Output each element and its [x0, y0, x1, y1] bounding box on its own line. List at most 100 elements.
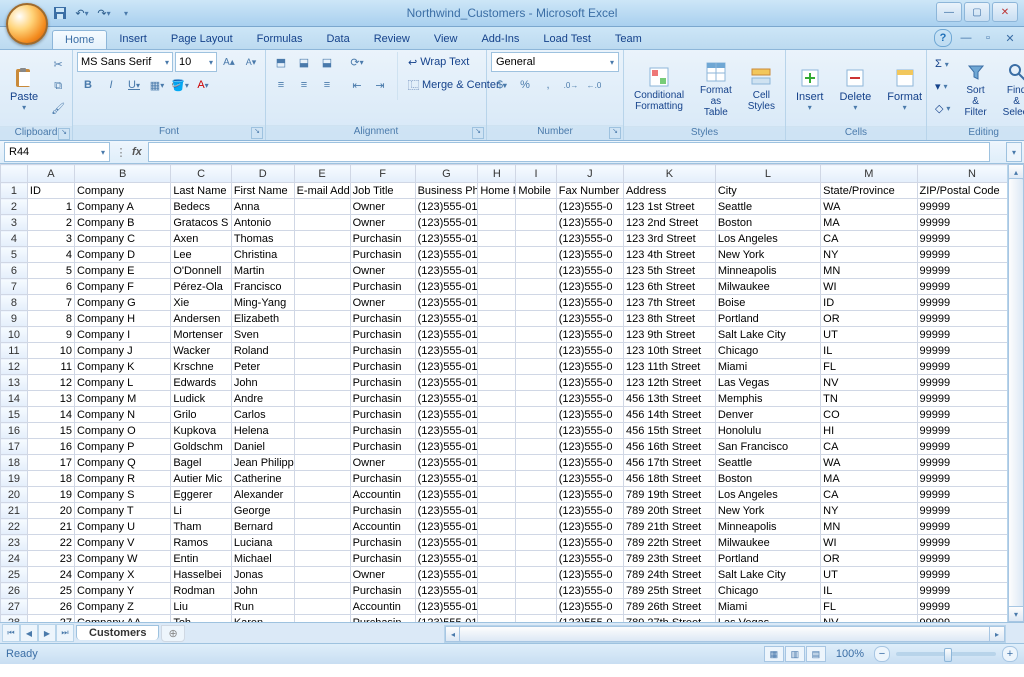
cell[interactable]: (123)555-0100: [415, 359, 478, 375]
cell[interactable]: Anna: [231, 199, 294, 215]
hscroll-thumb[interactable]: [459, 626, 991, 642]
cell[interactable]: CA: [821, 487, 917, 503]
col-header-D[interactable]: D: [231, 165, 294, 183]
cell[interactable]: 456 13th Street: [623, 391, 715, 407]
row-header-25[interactable]: 25: [1, 567, 28, 583]
cut-icon[interactable]: ✂: [48, 54, 68, 74]
cell[interactable]: [516, 455, 556, 471]
cell[interactable]: [516, 247, 556, 263]
cell[interactable]: NY: [821, 247, 917, 263]
cell[interactable]: (123)555-0: [556, 199, 623, 215]
cell[interactable]: 789 22th Street: [623, 535, 715, 551]
cell[interactable]: (123)555-0100: [415, 215, 478, 231]
fx-icon[interactable]: fx: [132, 146, 148, 158]
cell[interactable]: CO: [821, 407, 917, 423]
tab-page-layout[interactable]: Page Layout: [159, 30, 245, 49]
cell[interactable]: Goldschm: [171, 439, 232, 455]
select-all-corner[interactable]: [1, 165, 28, 183]
cell[interactable]: (123)555-0100: [415, 263, 478, 279]
cell[interactable]: (123)555-0100: [415, 551, 478, 567]
cell[interactable]: [294, 423, 350, 439]
cell[interactable]: Li: [171, 503, 232, 519]
cell[interactable]: (123)555-0100: [415, 615, 478, 623]
cell[interactable]: Boston: [715, 471, 820, 487]
cell[interactable]: Company W: [74, 551, 170, 567]
row-header-23[interactable]: 23: [1, 535, 28, 551]
cell[interactable]: 10: [27, 343, 74, 359]
row-header-28[interactable]: 28: [1, 615, 28, 623]
cell[interactable]: (123)555-0: [556, 423, 623, 439]
tab-add-ins[interactable]: Add-Ins: [469, 30, 531, 49]
cell[interactable]: MA: [821, 471, 917, 487]
row-header-10[interactable]: 10: [1, 327, 28, 343]
tab-home[interactable]: Home: [52, 30, 107, 49]
cell[interactable]: Purchasin: [350, 359, 415, 375]
cell[interactable]: UT: [821, 567, 917, 583]
cell[interactable]: [516, 567, 556, 583]
cell[interactable]: [478, 439, 516, 455]
cell[interactable]: CA: [821, 231, 917, 247]
cell[interactable]: [294, 487, 350, 503]
ribbon-minimize-button[interactable]: —: [958, 30, 974, 46]
row-header-22[interactable]: 22: [1, 519, 28, 535]
font-launcher[interactable]: ↘: [251, 127, 263, 139]
cell[interactable]: [294, 471, 350, 487]
cell[interactable]: (123)555-0100: [415, 343, 478, 359]
cell[interactable]: [478, 199, 516, 215]
view-page-layout-icon[interactable]: ▥: [785, 646, 805, 662]
increase-indent-icon[interactable]: ⇥: [369, 75, 391, 95]
zoom-slider[interactable]: [896, 652, 996, 656]
cell[interactable]: New York: [715, 247, 820, 263]
cell[interactable]: MN: [821, 519, 917, 535]
cell[interactable]: [516, 295, 556, 311]
cell[interactable]: 123 4th Street: [623, 247, 715, 263]
zoom-thumb[interactable]: [944, 648, 952, 662]
cell[interactable]: [516, 423, 556, 439]
decrease-indent-icon[interactable]: ⇤: [346, 75, 368, 95]
cell[interactable]: [294, 439, 350, 455]
cell[interactable]: [516, 343, 556, 359]
cell[interactable]: Company X: [74, 567, 170, 583]
header-cell[interactable]: Mobile: [516, 183, 556, 199]
horizontal-scrollbar[interactable]: ◂ ▸: [444, 625, 1006, 643]
row-header-2[interactable]: 2: [1, 199, 28, 215]
tab-next-icon[interactable]: ▶: [38, 624, 56, 642]
cell[interactable]: Company N: [74, 407, 170, 423]
cell[interactable]: (123)555-0: [556, 519, 623, 535]
minimize-button[interactable]: —: [936, 2, 962, 22]
cell[interactable]: Run: [231, 599, 294, 615]
row-header-26[interactable]: 26: [1, 583, 28, 599]
cell[interactable]: [516, 359, 556, 375]
grow-font-icon[interactable]: A▴: [219, 52, 239, 72]
cell[interactable]: [478, 343, 516, 359]
cell[interactable]: Company E: [74, 263, 170, 279]
cell[interactable]: Hasselbei: [171, 567, 232, 583]
cell[interactable]: (123)555-0: [556, 503, 623, 519]
orientation-icon[interactable]: ⟳▾: [346, 52, 368, 72]
cell[interactable]: (123)555-0: [556, 391, 623, 407]
cell[interactable]: Luciana: [231, 535, 294, 551]
col-header-J[interactable]: J: [556, 165, 623, 183]
tab-view[interactable]: View: [422, 30, 470, 49]
cell[interactable]: Accountin: [350, 519, 415, 535]
cell[interactable]: [478, 583, 516, 599]
col-header-K[interactable]: K: [623, 165, 715, 183]
cell[interactable]: Andersen: [171, 311, 232, 327]
cell[interactable]: [516, 215, 556, 231]
col-header-L[interactable]: L: [715, 165, 820, 183]
bold-button[interactable]: B: [77, 75, 99, 95]
cell[interactable]: 14: [27, 407, 74, 423]
cell[interactable]: (123)555-0100: [415, 471, 478, 487]
fill-button[interactable]: ▾▾: [931, 76, 954, 96]
cell[interactable]: [516, 279, 556, 295]
align-bottom-icon[interactable]: ⬓: [316, 52, 338, 72]
cell[interactable]: TN: [821, 391, 917, 407]
cell[interactable]: [516, 391, 556, 407]
cell[interactable]: Company Y: [74, 583, 170, 599]
cell[interactable]: [294, 599, 350, 615]
cell[interactable]: (123)555-0: [556, 407, 623, 423]
cell[interactable]: John: [231, 375, 294, 391]
cell[interactable]: Eggerer: [171, 487, 232, 503]
cell[interactable]: [516, 375, 556, 391]
cell[interactable]: Salt Lake City: [715, 567, 820, 583]
